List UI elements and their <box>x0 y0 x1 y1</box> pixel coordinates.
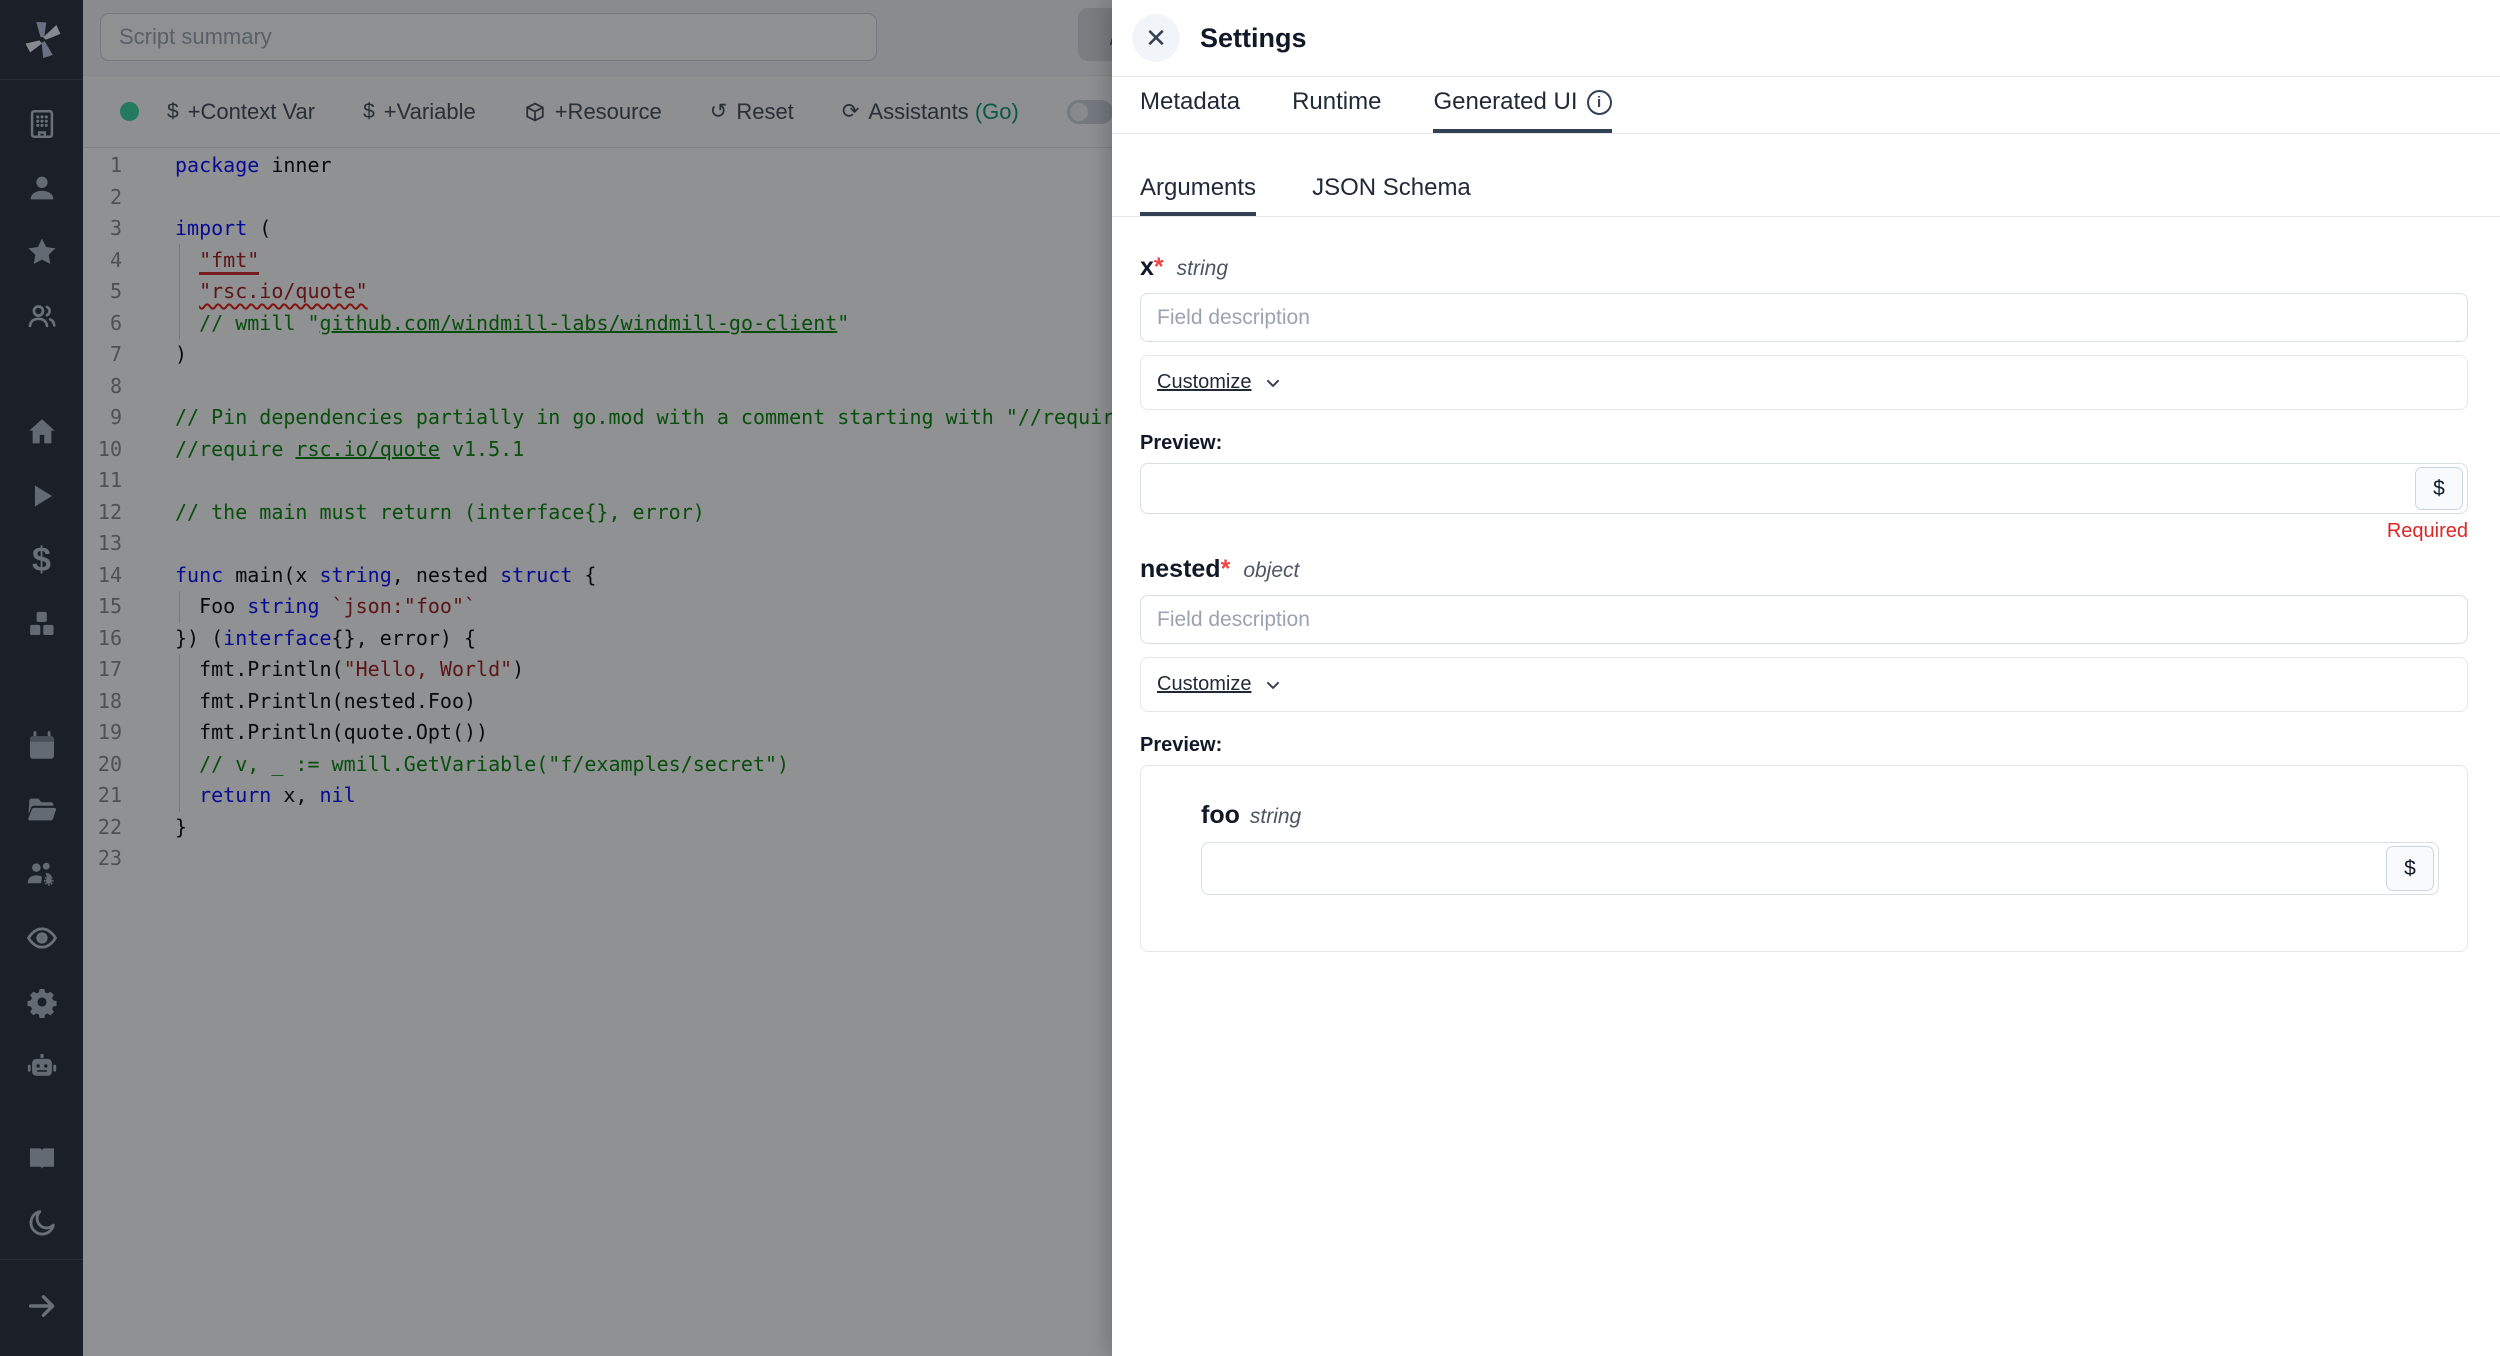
customize-toggle-nested[interactable]: Customize <box>1157 673 1251 696</box>
arg-section-nested: nested* object Customize Preview: foo st… <box>1140 555 2468 952</box>
preview-label-x: Preview: <box>1140 432 2468 455</box>
arguments-panel: x* string Customize Preview: $ Required <box>1112 217 2500 952</box>
preview-label-nested: Preview: <box>1140 734 2468 757</box>
chevron-down-icon <box>1263 675 1283 695</box>
generated-ui-subtabs: Arguments JSON Schema <box>1112 134 2500 217</box>
field-description-input-x[interactable] <box>1140 293 2468 342</box>
arg-label-row: x* string <box>1140 253 2468 282</box>
customize-box-nested: Customize <box>1140 657 2468 712</box>
child-label-row: foo string <box>1201 801 2439 830</box>
child-input-wrap: $ <box>1201 842 2439 895</box>
chevron-down-icon <box>1263 373 1283 393</box>
preview-input-x[interactable] <box>1141 464 2407 513</box>
object-preview-box: foo string $ <box>1140 765 2468 952</box>
tab-generated-ui-label: Generated UI <box>1433 88 1577 116</box>
customize-toggle-x[interactable]: Customize <box>1157 371 1251 394</box>
preview-input-wrap-x: $ <box>1140 463 2468 514</box>
subtab-arguments[interactable]: Arguments <box>1140 174 1256 216</box>
arg-section-x: x* string Customize Preview: $ Required <box>1140 253 2468 543</box>
subtab-json-schema[interactable]: JSON Schema <box>1312 174 1471 216</box>
child-type: string <box>1250 805 1301 829</box>
app-root: $ <box>0 0 2500 1356</box>
field-description-input-nested[interactable] <box>1140 595 2468 644</box>
child-name: foo <box>1201 801 1240 830</box>
tab-generated-ui[interactable]: Generated UI i <box>1433 88 1611 133</box>
child-input-foo[interactable] <box>1202 843 2378 894</box>
insert-variable-button-x[interactable]: $ <box>2415 467 2463 510</box>
required-asterisk: * <box>1221 555 1231 584</box>
drawer-header: ✕ Settings <box>1112 0 2500 77</box>
tab-metadata[interactable]: Metadata <box>1140 88 1240 133</box>
arg-label-row: nested* object <box>1140 555 2468 584</box>
required-note: Required <box>1140 520 2468 543</box>
insert-variable-button-foo[interactable]: $ <box>2386 846 2434 891</box>
settings-drawer: ✕ Settings Metadata Runtime Generated UI… <box>1112 0 2500 1356</box>
arg-name: nested <box>1140 555 1221 584</box>
info-icon[interactable]: i <box>1587 90 1612 115</box>
arg-name: x <box>1140 253 1154 282</box>
customize-box-x: Customize <box>1140 355 2468 410</box>
arg-type: string <box>1177 257 1228 281</box>
drawer-title: Settings <box>1200 23 1307 54</box>
close-icon[interactable]: ✕ <box>1132 14 1180 62</box>
arg-type: object <box>1243 559 1299 583</box>
tab-runtime[interactable]: Runtime <box>1292 88 1381 133</box>
settings-tabs: Metadata Runtime Generated UI i <box>1112 77 2500 134</box>
required-asterisk: * <box>1154 253 1164 282</box>
